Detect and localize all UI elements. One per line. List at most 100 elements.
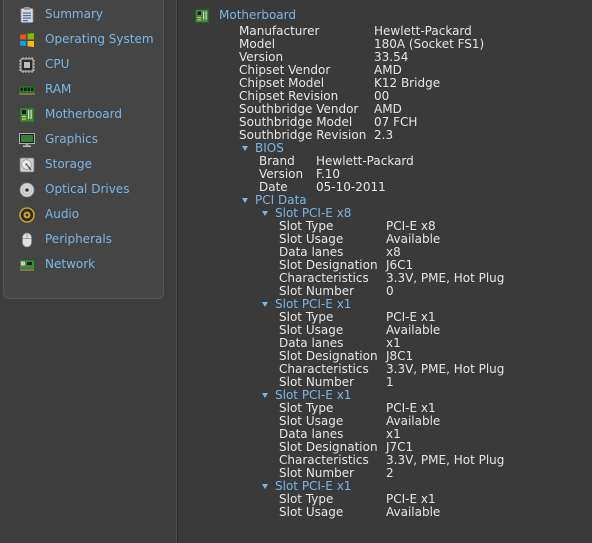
expand-arrow-icon[interactable] — [262, 302, 268, 307]
section-title: Motherboard — [219, 8, 296, 22]
property-value: 00 — [374, 89, 390, 103]
expand-arrow-icon[interactable] — [262, 393, 268, 398]
app-window: Summary Operating System CPU RAM Motherb… — [0, 0, 592, 543]
pci-slot-header[interactable]: Slot PCI-E x1 — [275, 297, 351, 311]
property-value: 3.3V, PME, Hot Plug — [386, 453, 505, 467]
property-value: J7C1 — [386, 440, 414, 454]
property-key: Data lanes — [279, 245, 344, 259]
property-key: Data lanes — [279, 427, 344, 441]
expand-arrow-icon[interactable] — [242, 198, 248, 203]
property-value: 3.3V, PME, Hot Plug — [386, 271, 505, 285]
sidebar-item-audio[interactable]: Audio — [4, 205, 163, 225]
property-value: K12 Bridge — [374, 76, 441, 90]
network-card-icon — [19, 259, 35, 271]
details-panel: Motherboard Manufacturer Hewlett-Packard M… — [178, 0, 592, 543]
property-key: Slot Type — [279, 219, 334, 233]
property-value: PCI-E x1 — [386, 401, 436, 415]
sidebar-item-peripherals[interactable]: Peripherals — [4, 230, 163, 250]
monitor-icon — [19, 133, 35, 147]
property-key: Southbridge Revision — [239, 128, 367, 142]
cpu-chip-icon — [19, 57, 35, 73]
property-value: PCI-E x1 — [386, 310, 436, 324]
property-value: 33.54 — [374, 50, 409, 64]
property-value: 0 — [386, 284, 394, 298]
mouse-icon — [22, 232, 32, 248]
sidebar-item-cpu[interactable]: CPU — [4, 55, 163, 75]
expand-arrow-icon[interactable] — [262, 484, 268, 489]
sidebar-item-summary[interactable]: Summary — [4, 5, 163, 25]
property-key: Manufacturer — [239, 24, 320, 38]
property-key: Slot Usage — [279, 505, 344, 519]
sidebar-item-label: Summary — [45, 7, 103, 21]
property-value: x8 — [386, 245, 401, 259]
property-key: Slot Number — [279, 375, 355, 389]
property-key: Southbridge Vendor — [239, 102, 359, 116]
sidebar-item-ram[interactable]: RAM — [4, 80, 163, 100]
ram-module-icon — [18, 85, 36, 95]
property-value: 2.3 — [374, 128, 394, 142]
property-key: Slot Number — [279, 284, 355, 298]
property-value: x1 — [386, 336, 401, 350]
property-key: Chipset Vendor — [239, 63, 331, 77]
property-key: Version — [239, 50, 284, 64]
property-key: Slot Usage — [279, 232, 344, 246]
expand-arrow-icon[interactable] — [242, 146, 248, 151]
sidebar-item-optical-drives[interactable]: Optical Drives — [4, 180, 163, 200]
property-value: 1 — [386, 375, 394, 389]
sidebar-item-network[interactable]: Network — [4, 255, 163, 275]
pci-slot-header[interactable]: Slot PCI-E x1 — [275, 479, 351, 493]
property-value: 07 FCH — [374, 115, 418, 129]
sidebar-item-label: Graphics — [45, 132, 98, 146]
property-key: Southbridge Model — [239, 115, 353, 129]
property-value: PCI-E x8 — [386, 219, 436, 233]
property-key: Slot Type — [279, 492, 334, 506]
property-value: 2 — [386, 466, 394, 480]
property-key: Slot Designation — [279, 349, 378, 363]
sidebar-item-label: Motherboard — [45, 107, 122, 121]
sidebar-item-storage[interactable]: Storage — [4, 155, 163, 175]
property-value: 05-10-2011 — [316, 180, 386, 194]
sidebar-pane: Summary Operating System CPU RAM Motherb… — [0, 0, 176, 543]
windows-logo-icon — [20, 33, 34, 47]
bios-section-header[interactable]: BIOS — [255, 141, 284, 155]
property-value: Hewlett-Packard — [374, 24, 472, 38]
expand-arrow-icon[interactable] — [262, 211, 268, 216]
property-value: Hewlett-Packard — [316, 154, 414, 168]
sidebar-item-operating-system[interactable]: Operating System — [4, 30, 163, 50]
sidebar-item-label: Operating System — [45, 32, 154, 46]
property-value: x1 — [386, 427, 401, 441]
sidebar-item-label: Storage — [45, 157, 92, 171]
pci-data-section-header[interactable]: PCI Data — [255, 193, 307, 207]
property-value: J6C1 — [386, 258, 414, 272]
sidebar-item-label: CPU — [45, 57, 70, 71]
property-key: Date — [259, 180, 288, 194]
property-key: Brand — [259, 154, 295, 168]
property-value: J8C1 — [386, 349, 414, 363]
clipboard-icon — [20, 7, 34, 23]
property-key: Slot Usage — [279, 414, 344, 428]
sidebar-item-label: Network — [45, 257, 96, 271]
motherboard-icon — [19, 107, 35, 123]
pci-slot-header[interactable]: Slot PCI-E x8 — [275, 206, 351, 220]
sidebar-nav: Summary Operating System CPU RAM Motherb… — [3, 0, 164, 299]
property-key: Model — [239, 37, 276, 51]
property-key: Slot Designation — [279, 258, 378, 272]
property-value: Available — [386, 505, 441, 519]
property-key: Chipset Model — [239, 76, 325, 90]
sidebar-item-motherboard[interactable]: Motherboard — [4, 105, 163, 125]
property-key: Slot Usage — [279, 323, 344, 337]
optical-disc-icon — [19, 182, 35, 198]
sidebar-item-label: Audio — [45, 207, 80, 221]
sidebar-item-label: Peripherals — [45, 232, 112, 246]
sidebar-item-label: Optical Drives — [45, 182, 130, 196]
pci-slot-header[interactable]: Slot PCI-E x1 — [275, 388, 351, 402]
property-key: Version — [259, 167, 304, 181]
property-value: PCI-E x1 — [386, 492, 436, 506]
property-value: AMD — [374, 102, 402, 116]
property-value: F.10 — [316, 167, 341, 181]
property-value: Available — [386, 323, 441, 337]
property-value: Available — [386, 414, 441, 428]
property-value: 180A (Socket FS1) — [374, 37, 485, 51]
speaker-icon — [19, 207, 35, 223]
sidebar-item-graphics[interactable]: Graphics — [4, 130, 163, 150]
